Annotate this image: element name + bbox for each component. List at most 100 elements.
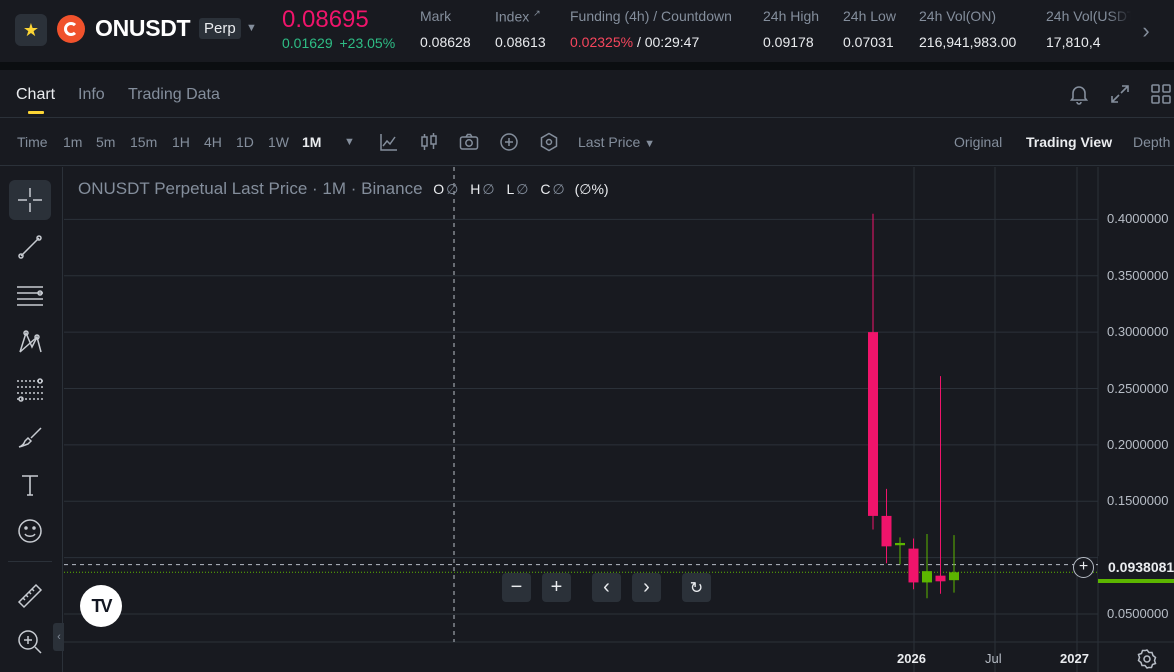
legend-title: ONUSDT Perpetual Last Price · 1M · Binan… [78, 179, 423, 198]
last-price: 0.08695 [282, 6, 369, 33]
legend-open: O ∅ [433, 181, 459, 197]
stat-label: Funding (4h) / Countdown [570, 8, 732, 24]
candles-icon[interactable] [418, 131, 440, 153]
price-tick-label: 0.1500000 [1107, 493, 1169, 509]
stat-value: 0.08613 [495, 34, 546, 50]
bell-icon[interactable] [1067, 82, 1091, 106]
stat-label: Mark [420, 8, 452, 24]
add-alert-icon[interactable]: + [1073, 557, 1094, 578]
zoom-in-button[interactable]: + [542, 573, 571, 602]
grid-icon[interactable] [1149, 82, 1173, 106]
tab-trading-data[interactable]: Trading Data [128, 86, 220, 104]
candle[interactable] [868, 213, 878, 530]
crosshair-icon[interactable] [9, 180, 51, 220]
pattern-icon[interactable] [9, 322, 51, 362]
candle-body [881, 515, 892, 547]
candle-body [908, 548, 919, 583]
view-depth[interactable]: Depth [1133, 134, 1170, 150]
stat-value: 0.09178 [763, 34, 814, 50]
expand-icon[interactable] [1108, 82, 1132, 106]
fib-retracement-icon[interactable] [9, 370, 51, 410]
time-label: Time [17, 134, 48, 150]
zoom-out-button[interactable]: − [502, 573, 531, 602]
interval-1h[interactable]: 1H [172, 134, 190, 150]
trend-line-icon[interactable] [9, 227, 51, 267]
candle[interactable] [935, 376, 946, 594]
stat-mark: Mark 0.08628 [420, 8, 471, 50]
stat-value: 216,941,983.00 [919, 34, 1017, 50]
legend-ohlc: O ∅ H ∅ L ∅ C ∅ (∅%) [433, 181, 608, 197]
tab-chart[interactable]: Chart [16, 86, 55, 114]
stat-label: 24h Vol(ON) [919, 8, 997, 24]
tradingview-logo[interactable]: TV [80, 585, 122, 627]
legend-close: C ∅ [540, 181, 565, 197]
change-percent: +23.05% [339, 35, 396, 51]
funding-countdown: / 00:29:47 [636, 34, 700, 50]
plus-circle-icon[interactable] [498, 131, 520, 153]
interval-1d[interactable]: 1D [236, 134, 254, 150]
interval-4h[interactable]: 4H [204, 134, 222, 150]
emoji-icon[interactable] [9, 511, 51, 551]
reset-chart-button[interactable]: ↻ [682, 573, 711, 602]
price-type-dropdown[interactable]: Last Price ▼ [578, 134, 655, 150]
candle-body [895, 542, 905, 546]
horizontal-lines-icon[interactable] [9, 275, 51, 315]
stat-index[interactable]: Index ↗ 0.08613 [495, 8, 546, 50]
chart-legend: ONUSDT Perpetual Last Price · 1M · Binan… [78, 179, 609, 199]
time-tick-label: Jul [985, 651, 1002, 666]
stat-low: 24h Low 0.07031 [843, 8, 896, 50]
legend-low: L ∅ [506, 181, 529, 197]
price-tick-label: 0.3500000 [1107, 267, 1169, 283]
price-change: 0.01629 +23.05% [282, 35, 395, 51]
drawing-toolbar [0, 167, 63, 672]
scroll-left-button[interactable]: ‹ [592, 573, 621, 602]
symbol-dropdown-icon[interactable]: ▼ [246, 22, 257, 34]
chart-tabs: Chart Info Trading Data [0, 70, 1174, 118]
tab-info[interactable]: Info [78, 86, 105, 104]
camera-icon[interactable] [458, 131, 480, 153]
candle[interactable] [908, 538, 919, 590]
interval-5m[interactable]: 5m [96, 134, 115, 150]
scroll-right-button[interactable]: › [632, 573, 661, 602]
chevron-down-icon[interactable]: ▼ [344, 136, 355, 148]
price-tick-label: 0.0500000 [1107, 606, 1169, 621]
ruler-icon[interactable] [9, 576, 51, 616]
stat-value: 0.02325% / 00:29:47 [570, 34, 732, 50]
symbol-name[interactable]: ONUSDT [95, 15, 191, 42]
chart-toolbar: Time 1m 5m 15m 1H 4H 1D 1W 1M ▼ Last Pri… [0, 118, 1174, 166]
view-original[interactable]: Original [954, 134, 1002, 150]
interval-1m[interactable]: 1m [63, 134, 82, 150]
zoom-in-icon[interactable] [9, 622, 51, 662]
view-trading-view[interactable]: Trading View [1026, 134, 1112, 150]
stat-value: 0.07031 [843, 34, 894, 50]
indicator-settings-icon[interactable] [538, 131, 560, 153]
divider [8, 561, 52, 562]
stat-value: 0.08628 [420, 34, 471, 50]
contract-type-badge: Perp [199, 18, 241, 39]
interval-1w[interactable]: 1W [268, 134, 289, 150]
gear-icon[interactable] [1136, 648, 1158, 670]
candle-body [868, 332, 878, 516]
interval-15m[interactable]: 15m [130, 134, 157, 150]
candle[interactable] [949, 535, 959, 593]
text-icon[interactable] [9, 465, 51, 505]
candle[interactable] [881, 488, 892, 564]
stat-high: 24h High 0.09178 [763, 8, 819, 50]
indicator-icon[interactable] [378, 131, 400, 153]
time-tick-label: 2027 [1060, 651, 1089, 666]
brush-icon[interactable] [9, 417, 51, 457]
candle-body [935, 575, 946, 582]
interval-1mo[interactable]: 1M [302, 134, 321, 150]
legend-high: H ∅ [470, 181, 495, 197]
price-tick-label: 0.2000000 [1107, 436, 1169, 452]
coin-logo [57, 15, 85, 43]
candle[interactable] [895, 537, 905, 565]
change-absolute: 0.01629 [282, 35, 333, 51]
stat-label: 24h High [763, 8, 820, 24]
star-icon[interactable]: ★ [15, 14, 47, 46]
stat-funding: Funding (4h) / Countdown 0.02325% / 00:2… [570, 8, 732, 50]
chevron-right-icon[interactable]: › [1108, 0, 1174, 62]
candle[interactable] [922, 533, 932, 599]
last-price-marker [1098, 579, 1174, 583]
price-tick-label: 0.2500000 [1107, 380, 1169, 396]
